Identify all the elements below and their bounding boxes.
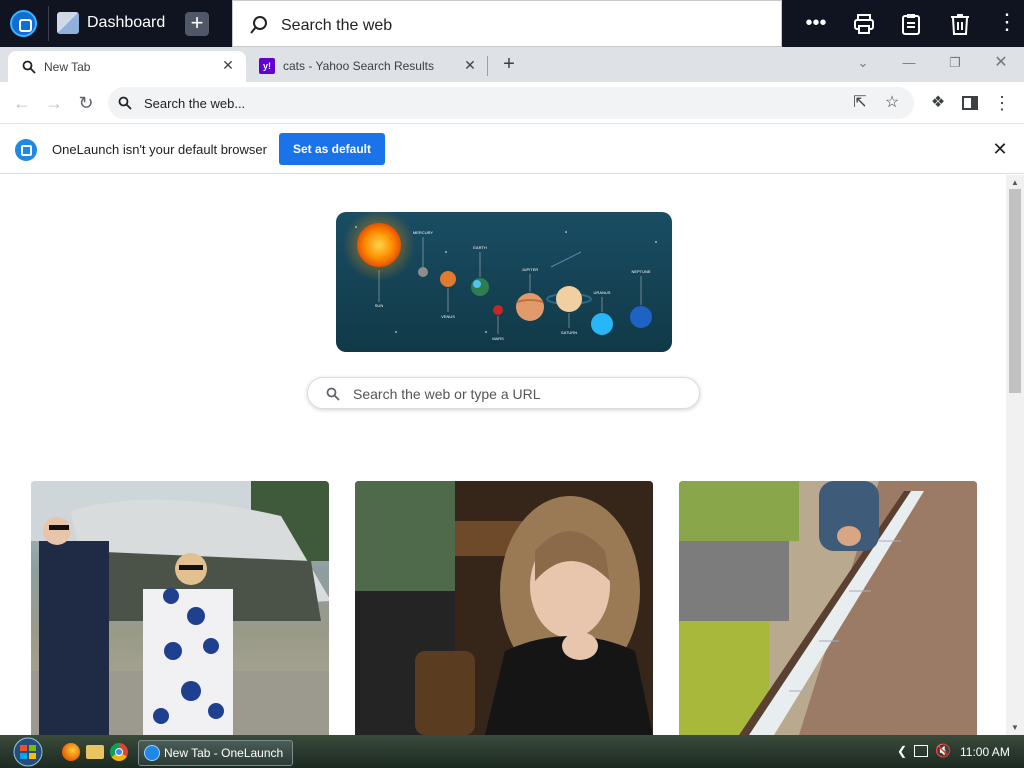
onelaunch-search-placeholder: Search the web <box>281 17 393 34</box>
trash-icon[interactable] <box>946 10 974 38</box>
banner-label-mercury: MERCURY <box>413 230 433 235</box>
chrome-icon[interactable] <box>110 743 128 761</box>
banner-label-mars: MARS <box>492 336 504 341</box>
page-search-input[interactable] <box>353 385 683 403</box>
banner-label-earth: EARTH <box>473 245 487 250</box>
taskbar-item-new-tab-onelaunch[interactable]: New Tab - OneLaunch <box>138 740 293 766</box>
show-hidden-icons-chevron-icon[interactable]: ❮ <box>897 744 907 758</box>
start-button[interactable] <box>8 737 48 767</box>
close-icon[interactable]: ✕ <box>462 57 478 73</box>
news-card-1[interactable] <box>31 481 329 735</box>
browser-menu-icon[interactable]: ⋮ <box>992 93 1012 113</box>
solar-system-banner[interactable]: SUN MERCURY VENUS EARTH MARS JUPITER SAT… <box>336 212 672 352</box>
tab-label: New Tab <box>44 60 91 74</box>
firefox-icon[interactable] <box>62 743 80 761</box>
search-icon <box>118 96 132 110</box>
close-window-icon[interactable]: ✕ <box>990 53 1012 73</box>
share-icon[interactable]: ⇱ <box>850 93 870 113</box>
taskbar-clock[interactable]: 11:00 AM <box>960 745 1010 759</box>
taskbar-item-label: New Tab - OneLaunch <box>164 746 284 760</box>
new-tab-page: SUN MERCURY VENUS EARTH MARS JUPITER SAT… <box>0 175 1006 735</box>
news-photo-gutter-guard <box>679 481 977 735</box>
extensions-puzzle-icon[interactable]: ❖ <box>928 93 948 113</box>
kebab-icon[interactable]: ⋮ <box>993 10 1021 38</box>
banner-label-sun: SUN <box>375 303 384 308</box>
network-icon[interactable] <box>914 745 928 757</box>
close-infobar-icon[interactable]: ✕ <box>990 139 1010 159</box>
onelaunch-icon <box>144 745 160 761</box>
banner-label-venus: VENUS <box>441 314 455 319</box>
page-search-box[interactable] <box>307 377 700 409</box>
onelaunch-search-box[interactable]: Search the web <box>232 0 782 47</box>
scroll-down-arrow-icon[interactable]: ▼ <box>1010 723 1020 732</box>
dashboard-icon[interactable] <box>57 12 79 34</box>
forward-icon[interactable]: → <box>43 92 65 114</box>
file-explorer-icon[interactable] <box>86 745 104 759</box>
bookmark-star-icon[interactable]: ☆ <box>882 93 902 113</box>
news-photo-woman-courtroom <box>355 481 653 735</box>
scroll-up-arrow-icon[interactable]: ▲ <box>1010 178 1020 187</box>
scrollbar-thumb[interactable] <box>1009 189 1021 393</box>
tab-divider <box>487 56 488 76</box>
minimize-icon[interactable]: — <box>898 53 920 73</box>
add-button[interactable]: + <box>185 12 209 36</box>
infobar-message: OneLaunch isn't your default browser <box>52 142 267 157</box>
set-as-default-button[interactable]: Set as default <box>279 133 385 165</box>
search-icon <box>250 16 267 34</box>
dashboard-label[interactable]: Dashboard <box>87 14 165 32</box>
tab-yahoo-search[interactable]: y! cats - Yahoo Search Results ✕ <box>250 51 486 82</box>
search-icon <box>22 60 36 74</box>
reload-icon[interactable]: ↻ <box>75 92 97 114</box>
tab-label: cats - Yahoo Search Results <box>283 59 434 73</box>
vertical-scrollbar[interactable]: ▲ ▼ <box>1006 175 1024 735</box>
banner-label-uranus: URANUS <box>594 290 611 295</box>
more-icon[interactable]: ••• <box>802 10 830 38</box>
back-icon[interactable]: ← <box>11 92 33 114</box>
address-bar[interactable]: Search the web... <box>108 87 914 119</box>
divider <box>48 6 49 41</box>
search-icon <box>326 387 340 401</box>
banner-label-jupiter: JUPITER <box>522 267 539 272</box>
onelaunch-bar: Dashboard + Search the web ••• ⋮ <box>0 0 1024 47</box>
address-placeholder: Search the web... <box>144 96 246 111</box>
tab-search-chevron-icon[interactable]: ⌄ <box>852 53 874 73</box>
tab-new-tab[interactable]: New Tab ✕ <box>8 51 246 82</box>
clipboard-icon[interactable] <box>897 10 925 38</box>
news-card-3[interactable] <box>679 481 977 735</box>
banner-label-neptune: NEPTUNE <box>631 269 650 274</box>
restore-icon[interactable]: ❐ <box>944 53 966 73</box>
print-icon[interactable] <box>850 10 878 38</box>
banner-label-saturn: SATURN <box>561 330 577 335</box>
news-card-2[interactable] <box>355 481 653 735</box>
close-icon[interactable]: ✕ <box>220 57 236 73</box>
yahoo-icon: y! <box>259 58 275 74</box>
solar-system-illustration: SUN MERCURY VENUS EARTH MARS JUPITER SAT… <box>343 212 657 341</box>
onelaunch-info-icon <box>15 139 37 161</box>
volume-muted-icon[interactable]: 🔇 <box>935 743 951 759</box>
news-photo-couple-helicopter <box>31 481 329 735</box>
side-panel-icon[interactable] <box>960 93 980 113</box>
onelaunch-logo-icon[interactable] <box>10 10 37 37</box>
new-tab-button[interactable]: + <box>498 53 520 75</box>
